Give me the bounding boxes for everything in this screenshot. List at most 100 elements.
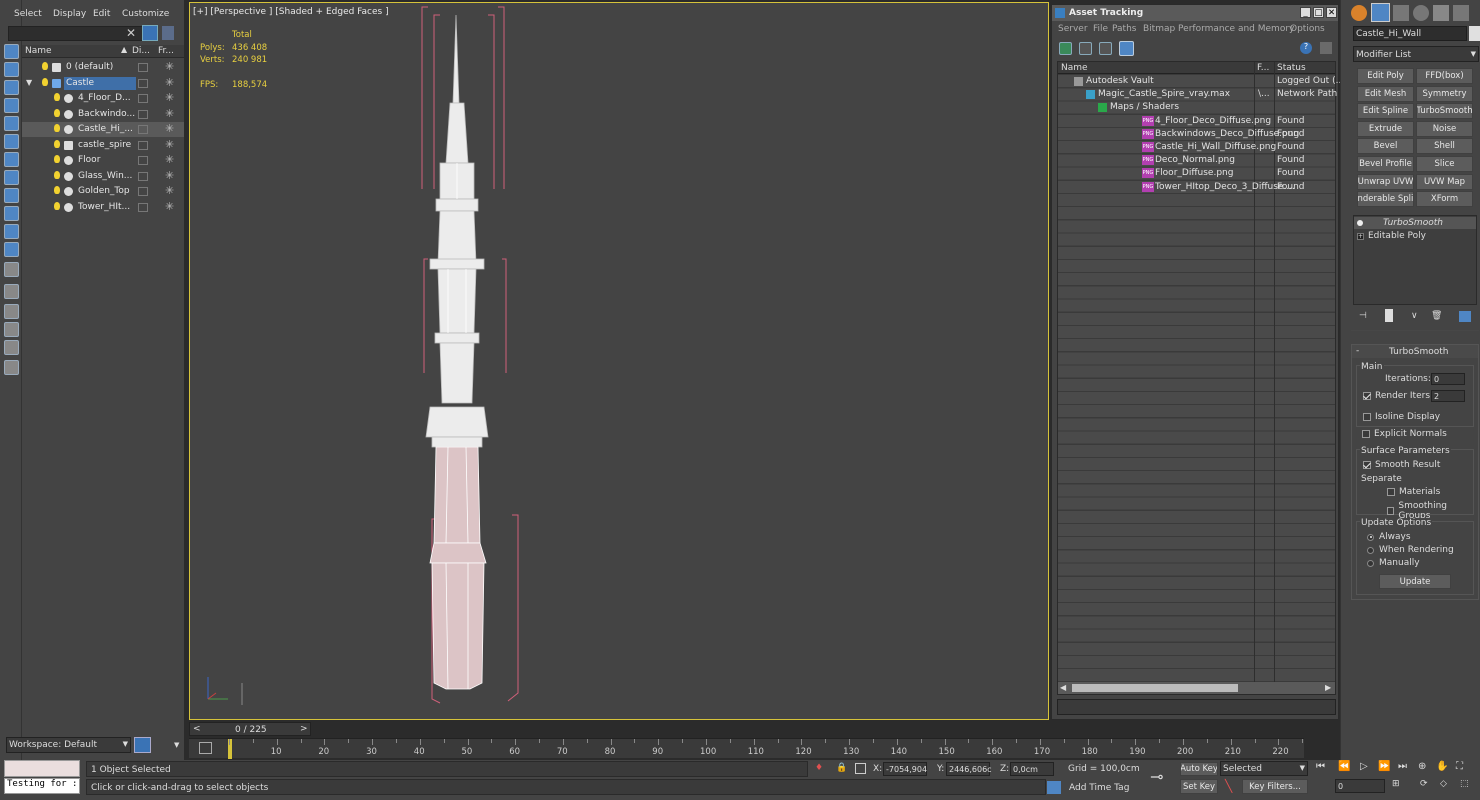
collapse-icon[interactable]: ▼ (26, 78, 32, 87)
freeze-toggle-icon[interactable]: ✳ (165, 184, 174, 197)
tree-row[interactable]: Castle_Hi_... ✳ (22, 122, 184, 137)
asset-row[interactable]: PNG Castle_Hi_Wall_Diffuse.png Found (1058, 141, 1335, 154)
y-coordinate[interactable]: 2446,606c (946, 762, 992, 776)
menu-select[interactable]: Select (14, 9, 42, 19)
goto-start-icon[interactable]: ⏮ (1316, 761, 1325, 772)
scroll-left-icon[interactable]: ◀ (1060, 683, 1066, 692)
modifier-button[interactable]: Extrude (1357, 120, 1414, 137)
visibility-bulb-icon[interactable] (54, 170, 60, 179)
menu-display[interactable]: Display (53, 9, 86, 19)
display-none-icon[interactable] (4, 340, 19, 355)
show-end-result-icon[interactable] (1385, 309, 1393, 322)
tree-row[interactable]: Golden_Top ✳ (22, 184, 184, 199)
visibility-bulb-icon[interactable] (42, 77, 48, 86)
invert-display-icon[interactable] (4, 360, 19, 375)
stack-item-editable-poly[interactable]: + Editable Poly (1354, 230, 1476, 242)
goto-end-icon[interactable]: ⏭ (1398, 761, 1407, 772)
modifier-button[interactable]: Edit Poly (1357, 68, 1414, 84)
help-icon[interactable]: ? (1300, 42, 1312, 54)
field-of-view-icon[interactable]: ◇ (1440, 779, 1447, 789)
modifier-button[interactable]: enderable Splin (1357, 191, 1414, 208)
render-iters-spinner[interactable]: 2 (1431, 390, 1465, 402)
key-set-dropdown[interactable]: Selected ▼ (1220, 761, 1308, 776)
create-tab-icon[interactable] (1351, 5, 1367, 21)
display-toggle-icon[interactable] (138, 78, 148, 88)
tree-row[interactable]: 0 (default) ✳ (22, 60, 184, 75)
time-config-icon[interactable]: ⊞ (1392, 779, 1400, 789)
make-unique-icon[interactable]: ∨ (1411, 311, 1418, 321)
update-button[interactable]: Update (1379, 574, 1451, 589)
modifier-button[interactable]: Noise (1416, 120, 1473, 137)
pin-stack-icon[interactable]: ⊣ (1359, 311, 1367, 321)
next-key-icon[interactable]: ⏩ (1378, 761, 1390, 772)
object-name-field[interactable]: Castle_Hi_Wall (1353, 26, 1467, 41)
select-object-icon[interactable] (4, 44, 19, 59)
select-dependents-icon[interactable] (4, 80, 19, 95)
modifier-button[interactable]: XForm (1416, 191, 1473, 208)
display-xrefs-icon[interactable] (4, 224, 19, 239)
modifier-button[interactable]: TurboSmooth (1416, 103, 1473, 120)
when-rendering-radio[interactable]: When Rendering (1367, 545, 1454, 555)
render-iters-checkbox[interactable]: Render Iters: (1363, 391, 1433, 401)
modifier-button[interactable]: Symmetry (1416, 85, 1473, 102)
add-time-tag[interactable]: Add Time Tag (1069, 783, 1129, 793)
modifier-button[interactable]: FFD(box) (1416, 68, 1473, 84)
list-view-icon[interactable] (1079, 42, 1092, 55)
visibility-bulb-icon[interactable] (42, 62, 48, 70)
layer-explorer-icon[interactable] (134, 737, 151, 753)
display-frozen-icon[interactable] (4, 284, 19, 299)
column-name[interactable]: Name (25, 46, 52, 56)
modifier-button[interactable]: Slice (1416, 156, 1473, 172)
column-name[interactable]: Name (1061, 63, 1088, 73)
time-tag-icon[interactable] (1047, 781, 1061, 794)
asset-row[interactable]: Magic_Castle_Spire_vray.max \... Network P… (1058, 88, 1337, 101)
display-geometry-icon[interactable] (4, 98, 19, 113)
freeze-toggle-icon[interactable]: ✳ (165, 169, 174, 182)
freeze-toggle-icon[interactable]: ✳ (165, 91, 174, 104)
visibility-bulb-icon[interactable] (54, 155, 60, 163)
tree-row[interactable]: Floor ✳ (22, 153, 184, 168)
scroll-right-icon[interactable]: ▶ (1325, 683, 1331, 692)
table-view-icon[interactable] (1119, 41, 1134, 56)
maxscript-listener-top[interactable] (4, 760, 80, 777)
thumbnail-view-icon[interactable] (1099, 42, 1112, 55)
menu-options[interactable]: Options (1290, 24, 1325, 34)
modifier-button[interactable]: UVW Map (1416, 173, 1473, 190)
asset-path-field[interactable] (1057, 699, 1336, 715)
display-toggle-icon[interactable] (138, 202, 148, 212)
tower-model[interactable] (390, 3, 550, 715)
time-slider[interactable]: < 0 / 225 > (189, 722, 311, 736)
freeze-toggle-icon[interactable]: ✳ (165, 138, 174, 151)
freeze-toggle-icon[interactable]: ✳ (165, 122, 174, 135)
visibility-bulb-icon[interactable] (54, 186, 60, 194)
filter-icon[interactable] (142, 25, 158, 41)
orbit-icon[interactable]: ⟳ (1420, 779, 1428, 789)
maximize-viewport-icon[interactable]: ⛶ (1456, 761, 1463, 772)
x-coordinate[interactable]: -7054,904 (883, 762, 927, 776)
auto-key-button[interactable]: Auto Key (1180, 762, 1218, 776)
freeze-toggle-icon[interactable]: ✳ (165, 153, 174, 166)
modifier-button[interactable]: Edit Spline (1357, 103, 1414, 120)
light-bulb-icon[interactable] (1357, 220, 1363, 226)
display-toggle-icon[interactable] (138, 125, 148, 134)
asset-row[interactable]: Autodesk Vault Logged Out (... (1058, 75, 1344, 88)
tree-row[interactable]: 4_Floor_D... ✳ (22, 91, 184, 106)
visibility-bulb-icon[interactable] (54, 108, 60, 117)
display-toggle-icon[interactable] (138, 109, 148, 119)
workspace-selector[interactable]: Workspace: Default ▼ (6, 737, 131, 753)
modify-tab-icon[interactable] (1371, 3, 1390, 22)
tree-row[interactable]: Backwindo... ✳ (22, 107, 184, 122)
menu-edit[interactable]: Edit (93, 9, 110, 19)
display-helpers-icon[interactable] (4, 170, 19, 185)
smooth-result-checkbox[interactable]: Smooth Result (1363, 460, 1440, 470)
refresh-icon[interactable] (1059, 42, 1072, 55)
horizontal-scrollbar[interactable]: ◀ ▶ (1058, 682, 1335, 694)
iterations-spinner[interactable]: 0 (1431, 373, 1465, 385)
freeze-toggle-icon[interactable]: ✳ (165, 200, 174, 213)
asset-row[interactable]: PNG Floor_Diffuse.png Found (1058, 167, 1335, 180)
search-input[interactable] (8, 26, 144, 41)
configure-sets-icon[interactable] (1459, 311, 1471, 322)
column-display[interactable]: Di... (132, 46, 150, 56)
pan-icon[interactable]: ✋ (1436, 761, 1448, 772)
visibility-bulb-icon[interactable] (54, 139, 60, 148)
